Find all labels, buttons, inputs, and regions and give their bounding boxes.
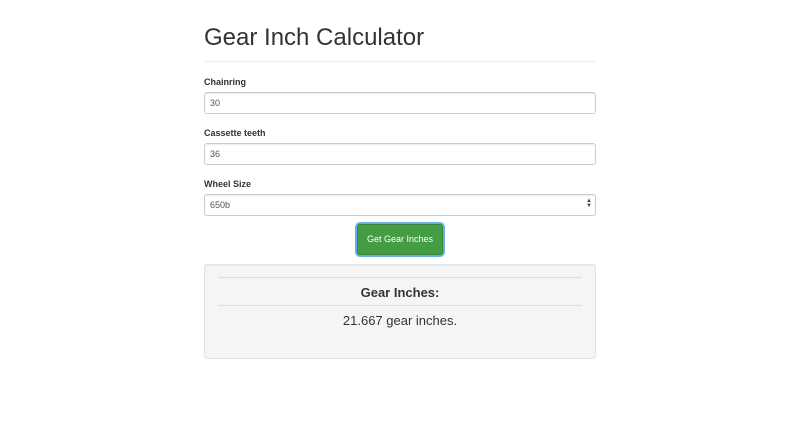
- result-panel: Gear Inches: 21.667 gear inches.: [204, 264, 596, 359]
- result-heading: Gear Inches:: [360, 285, 440, 300]
- page-title: Gear Inch Calculator: [204, 24, 425, 51]
- wheel-size-select-wrapper: 650b ▲ ▼: [204, 194, 596, 216]
- page-header: Gear Inch Calculator: [204, 24, 596, 62]
- cassette-input[interactable]: [204, 143, 596, 165]
- chainring-label: Chainring: [204, 77, 246, 87]
- result-text: 21.667 gear inches.: [342, 313, 458, 328]
- wheel-size-group: Wheel Size 650b ▲ ▼: [204, 179, 596, 216]
- select-arrows-icon: ▲ ▼: [586, 198, 592, 209]
- cassette-group: Cassette teeth: [204, 128, 596, 165]
- wheel-size-select[interactable]: 650b: [204, 194, 596, 216]
- wheel-size-selected-value: 650b: [210, 200, 231, 210]
- calculator-container: Gear Inch Calculator Chainring Cassette …: [204, 0, 596, 359]
- chainring-input[interactable]: [204, 92, 596, 114]
- chainring-group: Chainring: [204, 77, 596, 114]
- cassette-label: Cassette teeth: [204, 128, 266, 138]
- wheel-size-label: Wheel Size: [204, 179, 252, 189]
- result-bottom-divider: [218, 305, 582, 306]
- get-gear-inches-button[interactable]: Get Gear Inches: [356, 224, 444, 255]
- button-row: Get Gear Inches: [204, 224, 596, 255]
